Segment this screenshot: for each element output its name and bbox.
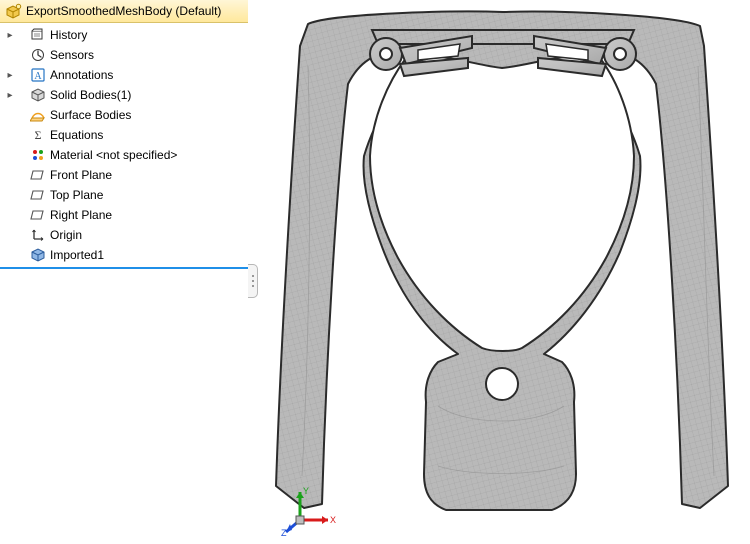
triad-y-label: Y [303, 486, 309, 496]
sensors-icon [30, 47, 46, 63]
tree-item-label: Annotations [50, 68, 113, 82]
plane-icon [30, 167, 46, 183]
splitter-handle-icon[interactable] [248, 264, 258, 298]
tree-item-equations[interactable]: Σ Equations [0, 125, 248, 145]
triad-z-label: Z [281, 528, 287, 538]
panel-splitter[interactable] [248, 0, 258, 544]
material-icon [30, 147, 46, 163]
tree-item-origin[interactable]: Origin [0, 225, 248, 245]
tree-item-imported[interactable]: Imported1 [0, 245, 248, 265]
tree-end-rule [0, 267, 248, 269]
plane-icon [30, 187, 46, 203]
svg-text:Σ: Σ [35, 128, 42, 142]
feature-tree-body: ▸ History [0, 23, 248, 269]
solid-bodies-icon [30, 87, 46, 103]
feature-tree-root-label: ExportSmoothedMeshBody (Default) [26, 4, 221, 18]
feature-tree-root[interactable]: ExportSmoothedMeshBody (Default) [0, 0, 248, 23]
origin-icon [30, 227, 46, 243]
expander-icon[interactable]: ▸ [4, 30, 16, 41]
tree-item-material[interactable]: Material <not specified> [0, 145, 248, 165]
tree-item-front-plane[interactable]: Front Plane [0, 165, 248, 185]
tree-item-label: Solid Bodies(1) [50, 88, 131, 102]
imported-icon [30, 247, 46, 263]
tree-item-annotations[interactable]: ▸ A Annotations [0, 65, 248, 85]
tree-item-label: Imported1 [50, 248, 104, 262]
graphics-viewport[interactable]: Z X Y [258, 0, 750, 544]
part-icon [6, 3, 22, 19]
tree-item-history[interactable]: ▸ History [0, 25, 248, 45]
tree-item-top-plane[interactable]: Top Plane [0, 185, 248, 205]
plane-icon [30, 207, 46, 223]
svg-text:A: A [34, 71, 42, 82]
tree-item-label: Sensors [50, 48, 94, 62]
tree-item-label: History [50, 28, 87, 42]
tree-item-label: Surface Bodies [50, 108, 131, 122]
history-icon [30, 27, 46, 43]
tree-item-solid-bodies[interactable]: ▸ Solid Bodies(1) [0, 85, 248, 105]
triad-x-label: X [330, 515, 336, 525]
equations-icon: Σ [30, 127, 46, 143]
view-triad[interactable]: Z X Y [280, 484, 344, 538]
tree-item-right-plane[interactable]: Right Plane [0, 205, 248, 225]
feature-tree-panel: ExportSmoothedMeshBody (Default) ▸ Histo… [0, 0, 248, 544]
expander-icon[interactable]: ▸ [4, 70, 16, 81]
expander-icon[interactable]: ▸ [4, 90, 16, 101]
annotations-icon: A [30, 67, 46, 83]
tree-item-label: Origin [50, 228, 82, 242]
tree-item-label: Material <not specified> [50, 148, 177, 162]
surface-bodies-icon [30, 107, 46, 123]
tree-item-label: Front Plane [50, 168, 112, 182]
mesh-body-graphic [268, 6, 738, 520]
tree-item-sensors[interactable]: Sensors [0, 45, 248, 65]
app-root: ExportSmoothedMeshBody (Default) ▸ Histo… [0, 0, 750, 544]
tree-item-surface-bodies[interactable]: Surface Bodies [0, 105, 248, 125]
tree-item-label: Equations [50, 128, 103, 142]
tree-item-label: Top Plane [50, 188, 103, 202]
tree-item-label: Right Plane [50, 208, 112, 222]
